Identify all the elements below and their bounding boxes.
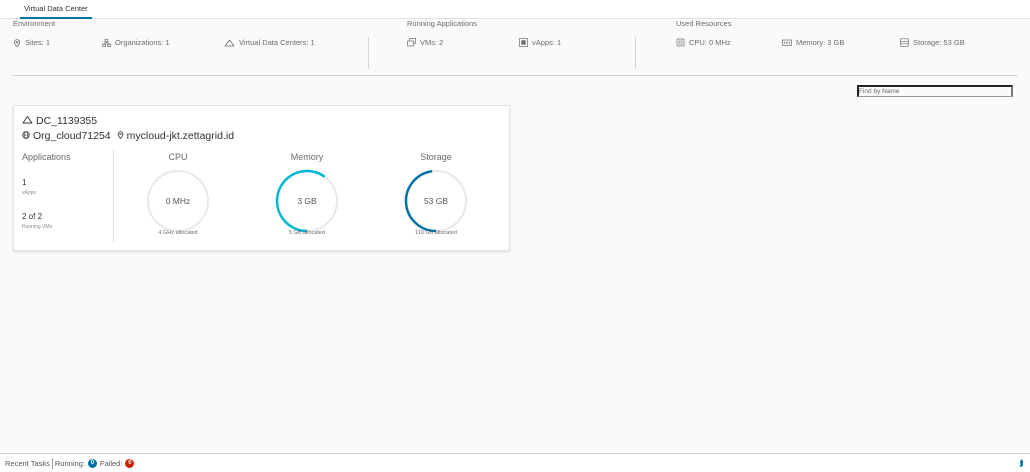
vdc-name: DC_1139355 — [36, 115, 98, 127]
failed-count-badge[interactable]: 0 — [125, 458, 135, 468]
cpu-text: CPU: 0 MHz — [689, 38, 731, 47]
applications-heading: Applications — [22, 152, 71, 162]
organizations-text: Organizations: 1 — [115, 38, 170, 47]
storage-gauge-title: Storage — [420, 152, 452, 162]
cpu-allocated: 4 GHz allocated — [158, 230, 198, 236]
memory-stat: Memory: 3 GB — [782, 38, 844, 47]
running-label: Running: — [54, 458, 85, 468]
sites-stat: Sites: 1 — [13, 38, 50, 47]
section-divider — [368, 37, 369, 69]
vapp-icon — [519, 38, 528, 47]
org-name: Org_cloud71254 — [33, 130, 111, 142]
vapps-stat: vApps: 1 — [519, 38, 561, 47]
memory-text: Memory: 3 GB — [796, 38, 845, 47]
running-vms-label: Running VMs — [22, 224, 53, 230]
organization-icon — [102, 38, 111, 47]
memory-allocated: 5 GB allocated — [288, 230, 326, 236]
sites-text: Sites: 1 — [25, 38, 51, 47]
vdc-subtitle: Org_cloud71254 mycloud-jkt.zettagrid.id — [22, 130, 234, 142]
section-divider — [635, 37, 636, 69]
vdc-title: DC_1139355 — [22, 115, 97, 127]
environment-title: Environment — [13, 19, 56, 28]
globe-icon — [22, 130, 30, 142]
vms-icon — [407, 38, 416, 47]
storage-text: Storage: 53 GB — [913, 38, 965, 47]
storage-gauge-value: 53 GB — [423, 196, 449, 206]
vdc-card[interactable]: DC_1139355 Org_cloud71254 mycloud-jkt.ze… — [13, 105, 510, 251]
used-resources-title: Used Resources — [676, 19, 732, 28]
recent-tasks-link[interactable]: Recent Tasks — [5, 459, 50, 468]
vms-stat: VMs: 2 — [407, 38, 443, 47]
failed-label: Failed: — [99, 458, 123, 468]
memory-gauge-value: 3 GB — [297, 196, 317, 206]
memory-gauge-title: Memory — [290, 152, 324, 162]
cpu-icon — [676, 38, 685, 47]
storage-stat: Storage: 53 GB — [900, 38, 965, 47]
storage-icon — [900, 38, 909, 47]
tab-bar: Virtual Data Center — [0, 0, 1030, 19]
storage-allocated: 110 GB allocated — [415, 230, 457, 236]
site-name: mycloud-jkt.zettagrid.id — [126, 130, 235, 142]
memory-icon — [782, 39, 792, 47]
vapps-text: vApps: 1 — [532, 38, 562, 47]
tab-virtual-data-center[interactable]: Virtual Data Center — [20, 3, 92, 19]
expand-chevron-icon[interactable]: ⮭ — [1019, 458, 1024, 469]
cpu-stat: CPU: 0 MHz — [676, 38, 731, 47]
cpu-gauge-value: 0 MHz — [165, 196, 191, 206]
location-pin-icon — [117, 130, 124, 142]
location-pin-icon — [13, 38, 21, 47]
recent-tasks-bar: Recent Tasks Running: 0 Failed: 0 ⮭ — [0, 453, 1030, 472]
running-applications-title: Running Applications — [407, 19, 478, 28]
cloud-icon — [22, 115, 33, 127]
cloud-icon — [224, 39, 235, 47]
find-by-name-input[interactable] — [857, 85, 1013, 97]
vdcs-stat: Virtual Data Centers: 1 — [224, 38, 315, 47]
vms-text: VMs: 2 — [420, 38, 444, 47]
vapps-label: vApps — [22, 190, 36, 196]
organizations-stat: Organizations: 1 — [102, 38, 170, 47]
running-vms-count: 2 of 2 — [22, 212, 43, 221]
cpu-gauge-title: CPU — [168, 152, 188, 162]
summary-divider — [12, 75, 1018, 76]
footer-divider — [51, 457, 53, 469]
running-count-badge[interactable]: 0 — [87, 458, 97, 468]
vdcs-text: Virtual Data Centers: 1 — [239, 38, 315, 47]
vapps-count: 1 — [22, 178, 27, 187]
card-divider — [113, 150, 114, 242]
